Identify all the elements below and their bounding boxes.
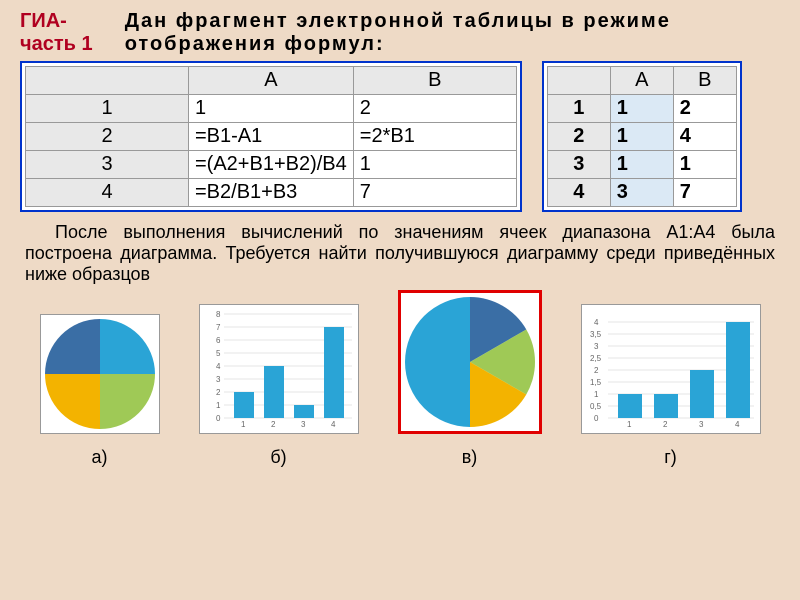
header-blank xyxy=(26,67,189,95)
svg-text:1: 1 xyxy=(241,420,246,429)
svg-text:1: 1 xyxy=(216,401,221,410)
col-b: B xyxy=(353,67,516,95)
svg-text:4: 4 xyxy=(331,420,336,429)
svg-text:0: 0 xyxy=(216,414,221,423)
option-label-v: в) xyxy=(398,447,542,468)
chart-g[interactable]: 0 0,5 1 1,5 2 2,5 3 3,5 4 xyxy=(581,304,761,434)
svg-text:3: 3 xyxy=(216,375,221,384)
svg-text:2: 2 xyxy=(216,388,221,397)
svg-text:8: 8 xyxy=(216,310,221,319)
svg-text:4: 4 xyxy=(735,420,740,429)
cell: 3 xyxy=(610,179,673,207)
svg-text:4: 4 xyxy=(594,318,599,327)
svg-text:2: 2 xyxy=(663,420,668,429)
chart-a[interactable] xyxy=(40,314,160,434)
cell: 1 xyxy=(189,95,354,123)
svg-text:1: 1 xyxy=(594,390,599,399)
header-blank xyxy=(547,67,610,95)
cell: 1 xyxy=(673,151,736,179)
cell: 1 xyxy=(610,95,673,123)
col-a: A xyxy=(610,67,673,95)
row-label: 3 xyxy=(547,151,610,179)
svg-text:3: 3 xyxy=(301,420,306,429)
col-a: A xyxy=(189,67,354,95)
row-label: 1 xyxy=(547,95,610,123)
cell: 1 xyxy=(610,151,673,179)
row-label: 4 xyxy=(26,179,189,207)
spreadsheet-formulas: A B 1 1 2 2 =B1-A1 =2*B1 3 =(A2+B1+B2)/B… xyxy=(20,61,522,212)
chart-b[interactable]: 0 1 2 3 4 5 6 7 8 xyxy=(199,304,359,434)
svg-text:3: 3 xyxy=(699,420,704,429)
cell: =2*B1 xyxy=(353,123,516,151)
bar-chart-icon: 0 1 2 3 4 5 6 7 8 xyxy=(204,309,354,429)
svg-text:0,5: 0,5 xyxy=(590,402,602,411)
svg-text:2,5: 2,5 xyxy=(590,354,602,363)
page-title: Дан фрагмент электронной таблицы в режим… xyxy=(125,10,780,56)
svg-text:5: 5 xyxy=(216,349,221,358)
pie-chart-icon xyxy=(45,319,155,429)
svg-text:1: 1 xyxy=(627,420,632,429)
option-label-g: г) xyxy=(581,447,761,468)
svg-text:7: 7 xyxy=(216,323,221,332)
cell: 7 xyxy=(353,179,516,207)
cell: 2 xyxy=(673,95,736,123)
gia-label: ГИА- часть 1 xyxy=(20,10,125,56)
svg-text:2: 2 xyxy=(271,420,276,429)
option-label-a: а) xyxy=(40,447,160,468)
pie-chart-icon xyxy=(405,297,535,427)
row-label: 4 xyxy=(547,179,610,207)
svg-text:4: 4 xyxy=(216,362,221,371)
svg-text:2: 2 xyxy=(594,366,599,375)
row-label: 2 xyxy=(26,123,189,151)
cell: =B1-A1 xyxy=(189,123,354,151)
chart-v[interactable] xyxy=(398,290,542,434)
cell: 7 xyxy=(673,179,736,207)
row-label: 2 xyxy=(547,123,610,151)
svg-text:0: 0 xyxy=(594,414,599,423)
cell: 1 xyxy=(353,151,516,179)
col-b: B xyxy=(673,67,736,95)
svg-text:3: 3 xyxy=(594,342,599,351)
cell: 1 xyxy=(610,123,673,151)
svg-text:3,5: 3,5 xyxy=(590,330,602,339)
bar-chart-icon: 0 0,5 1 1,5 2 2,5 3 3,5 4 xyxy=(586,309,756,429)
cell: 4 xyxy=(673,123,736,151)
row-label: 1 xyxy=(26,95,189,123)
cell: 2 xyxy=(353,95,516,123)
spreadsheet-values: A B 1 1 2 2 1 4 3 1 1 4 3 7 xyxy=(542,61,742,212)
cell: =(A2+B1+B2)/B4 xyxy=(189,151,354,179)
row-label: 3 xyxy=(26,151,189,179)
cell: =B2/B1+B3 xyxy=(189,179,354,207)
svg-text:6: 6 xyxy=(216,336,221,345)
option-label-b: б) xyxy=(199,447,359,468)
svg-text:1,5: 1,5 xyxy=(590,378,602,387)
task-paragraph: После выполнения вычислений по значениям… xyxy=(0,212,800,290)
